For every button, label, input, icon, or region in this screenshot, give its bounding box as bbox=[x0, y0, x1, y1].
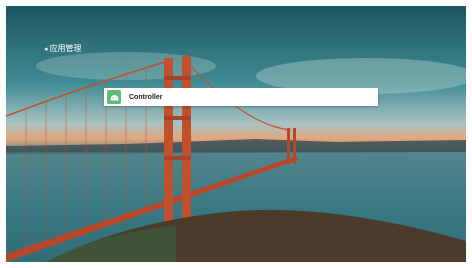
chevron-left-icon: ◂ bbox=[44, 45, 48, 53]
android-icon bbox=[107, 90, 121, 104]
page-title: 应用管理 bbox=[49, 44, 82, 53]
back-button[interactable]: ◂ 应用管理 bbox=[44, 44, 82, 54]
tv-screen: ◂ 应用管理 Controller bbox=[6, 6, 466, 262]
app-name-label: Controller bbox=[129, 93, 163, 101]
list-item-controller[interactable]: Controller bbox=[104, 88, 378, 106]
